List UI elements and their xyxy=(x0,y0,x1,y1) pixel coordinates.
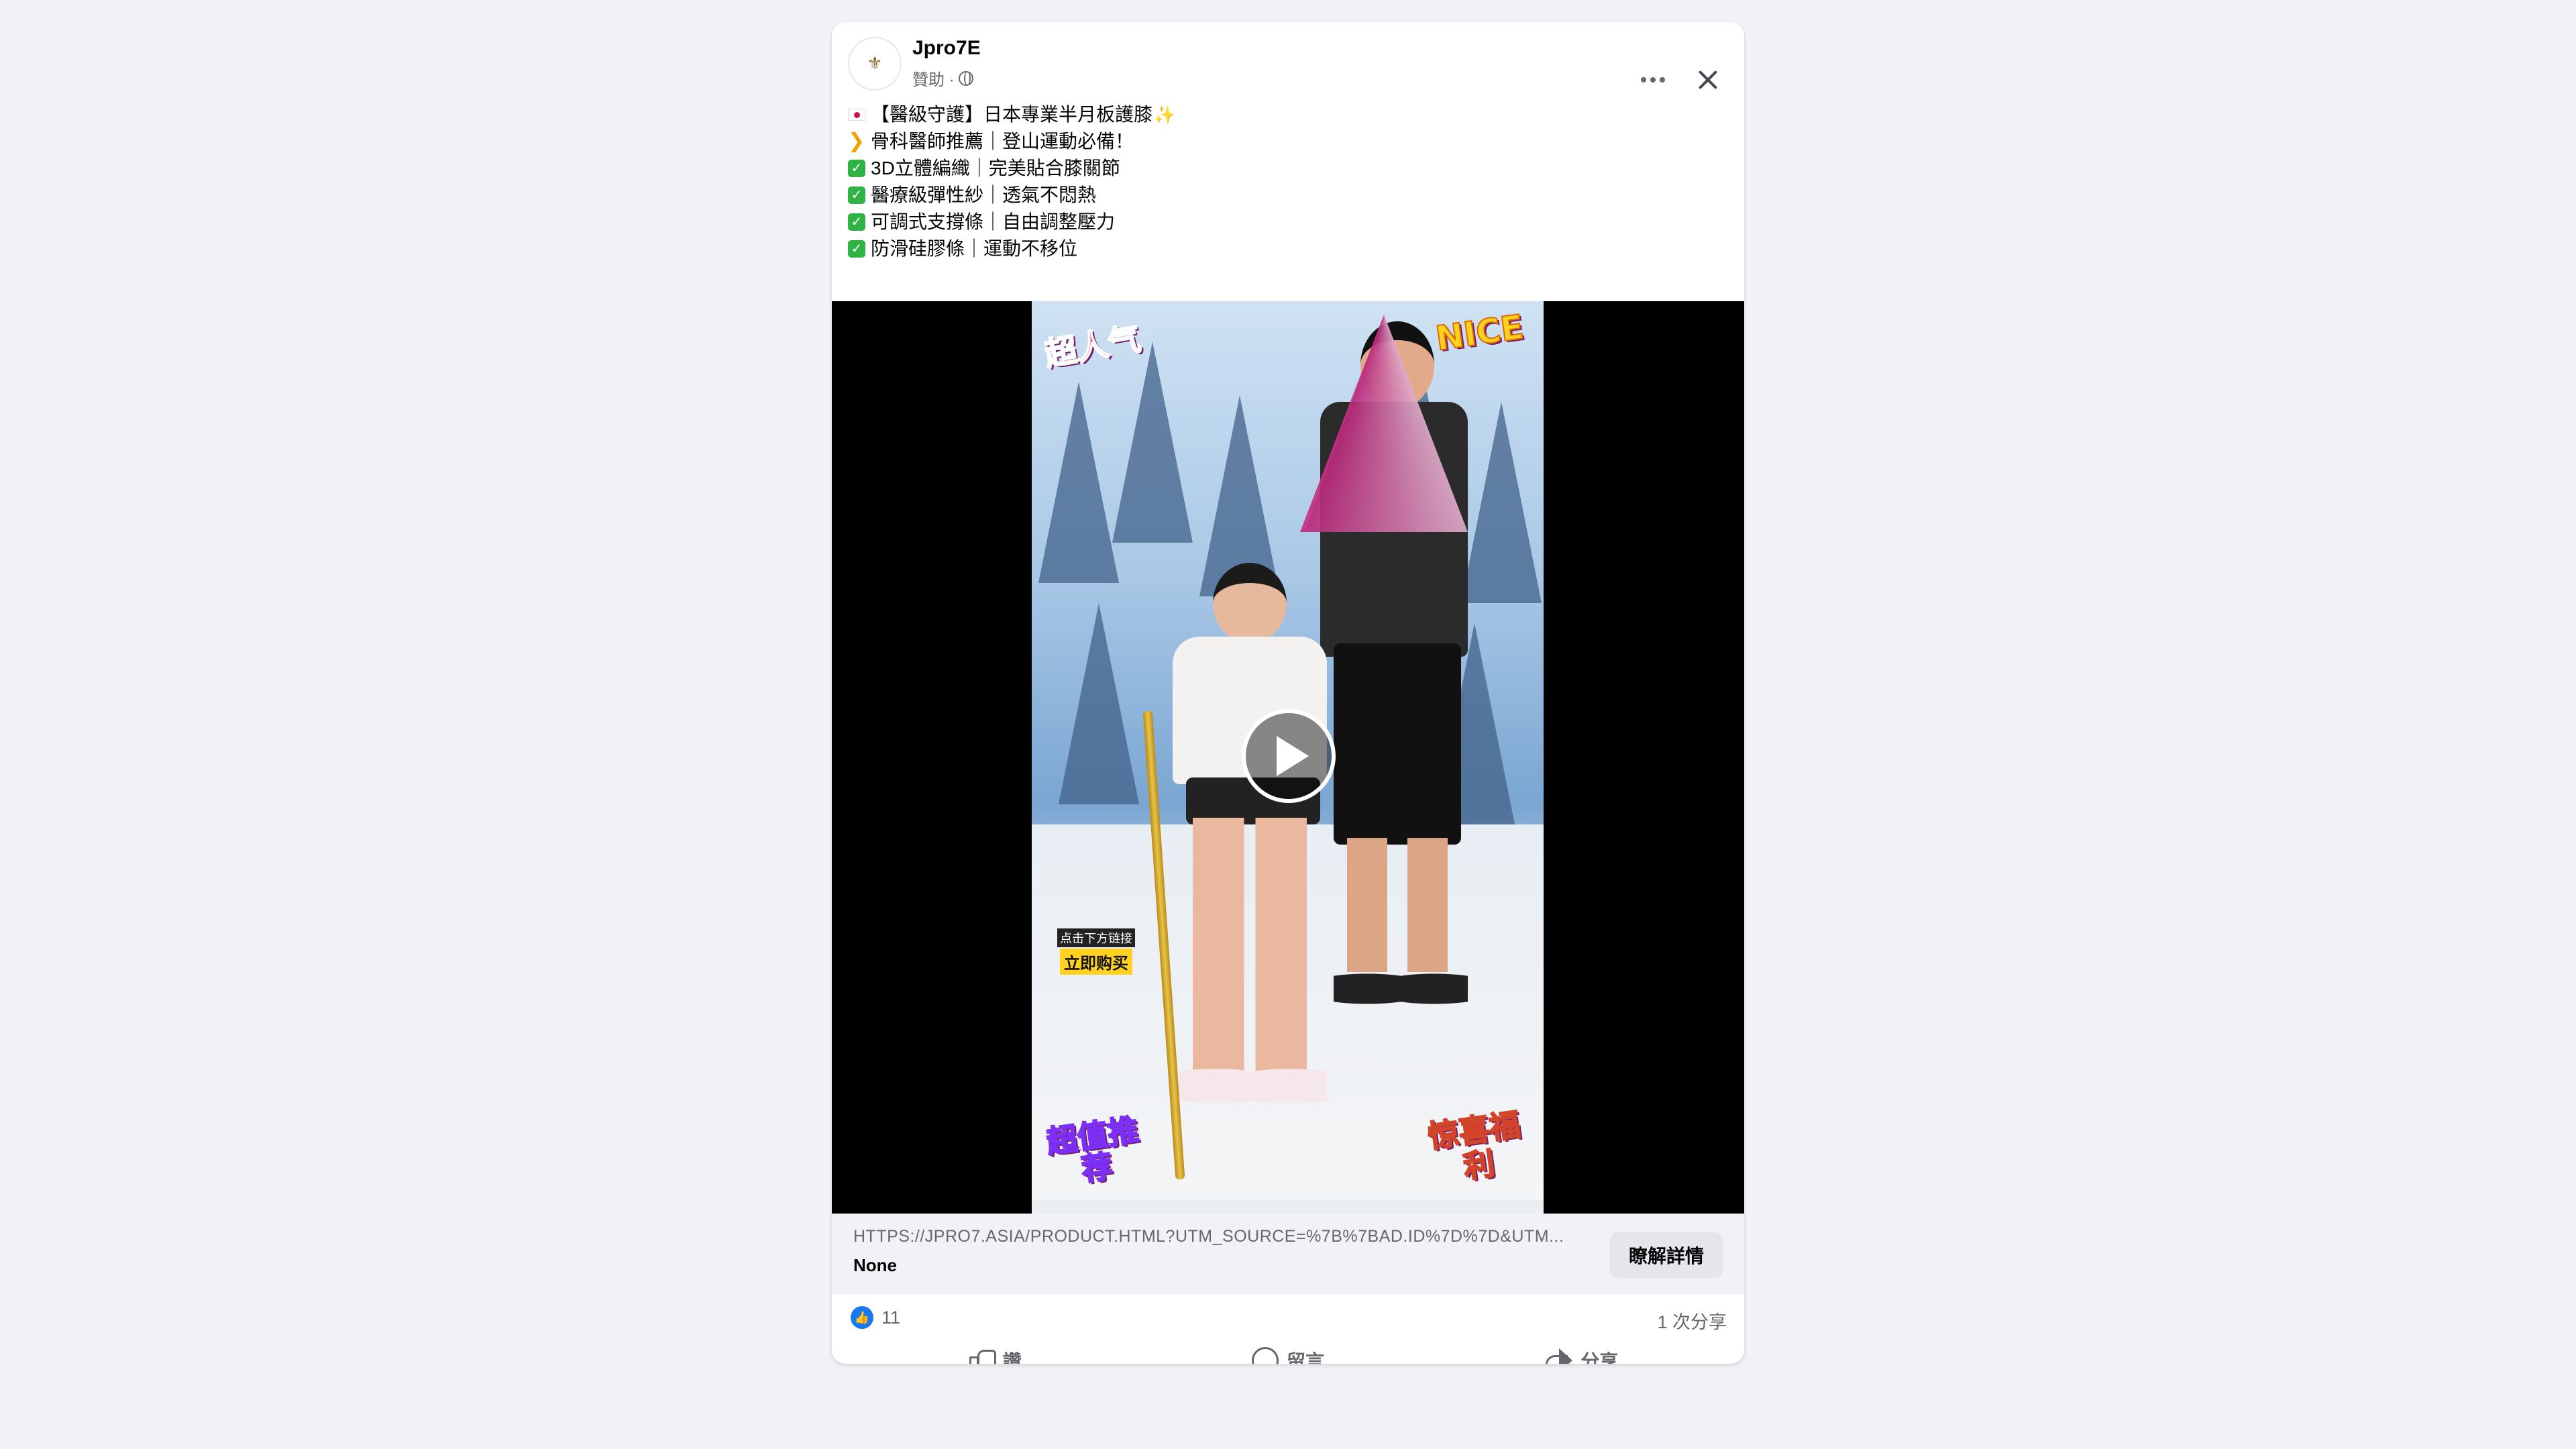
like-count[interactable]: 11 xyxy=(881,1307,900,1328)
video-player[interactable]: 超人气 NICE 点击下方链接 立即购买 超值推荐 惊喜福利 xyxy=(832,301,1744,1214)
like-button[interactable]: 讚 xyxy=(848,1334,1141,1364)
check-mark-icon: ✓ xyxy=(848,240,871,258)
buy-hint-big: 立即购买 xyxy=(1060,949,1132,975)
caption-line: ✓ 3D立體編織｜完美貼合膝關節 xyxy=(848,155,1720,182)
woman-figure xyxy=(1166,563,1327,1113)
post-meta: 贊助 · xyxy=(912,66,973,90)
share-button[interactable]: 分享 xyxy=(1435,1334,1728,1364)
globe-icon xyxy=(958,70,973,86)
buy-hint-small: 点击下方链接 xyxy=(1057,928,1135,947)
sparkle-icon: ✨ xyxy=(1154,105,1176,125)
caption-line: ❯ 骨科醫師推薦｜登山運動必備！ xyxy=(848,128,1720,155)
play-icon xyxy=(1277,736,1309,776)
post-caption: 【醫級守護】日本專業半月板護膝 ✨ ❯ 骨科醫師推薦｜登山運動必備！ ✓ 3D立… xyxy=(848,101,1720,262)
more-dot xyxy=(1660,77,1665,83)
check-mark-icon: ✓ xyxy=(848,186,871,204)
check-mark-icon: ✓ xyxy=(848,213,871,231)
action-bar: 讚 留言 分享 xyxy=(848,1334,1728,1364)
play-button[interactable] xyxy=(1242,709,1336,803)
link-title[interactable]: None xyxy=(853,1255,897,1276)
check-mark-icon: ✓ xyxy=(848,160,871,177)
sticker-bottom-right: 惊喜福利 xyxy=(1425,1106,1523,1186)
share-label: 分享 xyxy=(1580,1351,1619,1364)
page-logo-icon: ⚜ xyxy=(867,54,883,74)
caption-text: 3D立體編織｜完美貼合膝關節 xyxy=(871,158,1120,178)
sticker-top-right: NICE xyxy=(1432,307,1526,359)
page-avatar[interactable]: ⚜ xyxy=(848,37,902,91)
caption-text: 可調式支撐條｜自由調整壓力 xyxy=(871,211,1116,232)
comment-button[interactable]: 留言 xyxy=(1141,1334,1434,1364)
share-count[interactable]: 1 次分享 xyxy=(1657,1307,1727,1334)
buy-hint: 点击下方链接 立即购买 xyxy=(1056,928,1136,975)
caption-text: 【醫級守護】日本專業半月板護膝 xyxy=(871,104,1153,125)
more-dot xyxy=(1650,77,1656,83)
more-options-button[interactable] xyxy=(1635,62,1670,97)
caption-line: ✓ 醫療級彈性紗｜透氣不悶熱 xyxy=(848,182,1720,209)
background-tree xyxy=(1059,603,1139,804)
more-horizontal-icon xyxy=(1641,77,1646,83)
learn-more-button[interactable]: 瞭解詳情 xyxy=(1610,1232,1723,1278)
chevron-right-icon: ❯ xyxy=(848,130,865,152)
post-header: ⚜ Jpro7E 贊助 · xyxy=(832,22,1744,103)
comment-label: 留言 xyxy=(1286,1351,1324,1364)
sticker-bottom-left: 超值推荐 xyxy=(1044,1111,1142,1189)
like-reaction-icon[interactable]: 👍 xyxy=(851,1306,873,1329)
link-url[interactable]: HTTPS://JPRO7.ASIA/PRODUCT.HTML?UTM_SOUR… xyxy=(853,1227,1564,1246)
japan-flag-icon xyxy=(848,109,871,121)
page-name-link[interactable]: Jpro7E xyxy=(912,37,981,60)
like-label: 讚 xyxy=(1002,1351,1022,1364)
caption-text: 防滑硅膠條｜運動不移位 xyxy=(871,238,1078,259)
close-icon[interactable] xyxy=(1696,68,1720,92)
caption-text: 骨科醫師推薦｜登山運動必備！ xyxy=(871,131,1134,152)
thumbs-up-icon xyxy=(968,1347,996,1364)
sponsored-label[interactable]: 贊助 · xyxy=(912,66,955,90)
caption-line: ✓ 可調式支撐條｜自由調整壓力 xyxy=(848,209,1720,235)
sponsored-post-card: ⚜ Jpro7E 贊助 · 【醫級守護】日本專業半月板護膝 ✨ ❯ 骨科醫師推薦… xyxy=(832,22,1744,1364)
comment-bubble-icon xyxy=(1251,1347,1279,1364)
background-tree xyxy=(1038,382,1119,583)
caption-line: ✓ 防滑硅膠條｜運動不移位 xyxy=(848,235,1720,262)
background-tree xyxy=(1112,341,1193,543)
share-arrow-icon xyxy=(1544,1347,1573,1364)
caption-line: 【醫級守護】日本專業半月板護膝 ✨ xyxy=(848,101,1720,128)
caption-text: 醫療級彈性紗｜透氣不悶熱 xyxy=(871,184,1097,205)
link-preview[interactable]: HTTPS://JPRO7.ASIA/PRODUCT.HTML?UTM_SOUR… xyxy=(832,1214,1744,1294)
